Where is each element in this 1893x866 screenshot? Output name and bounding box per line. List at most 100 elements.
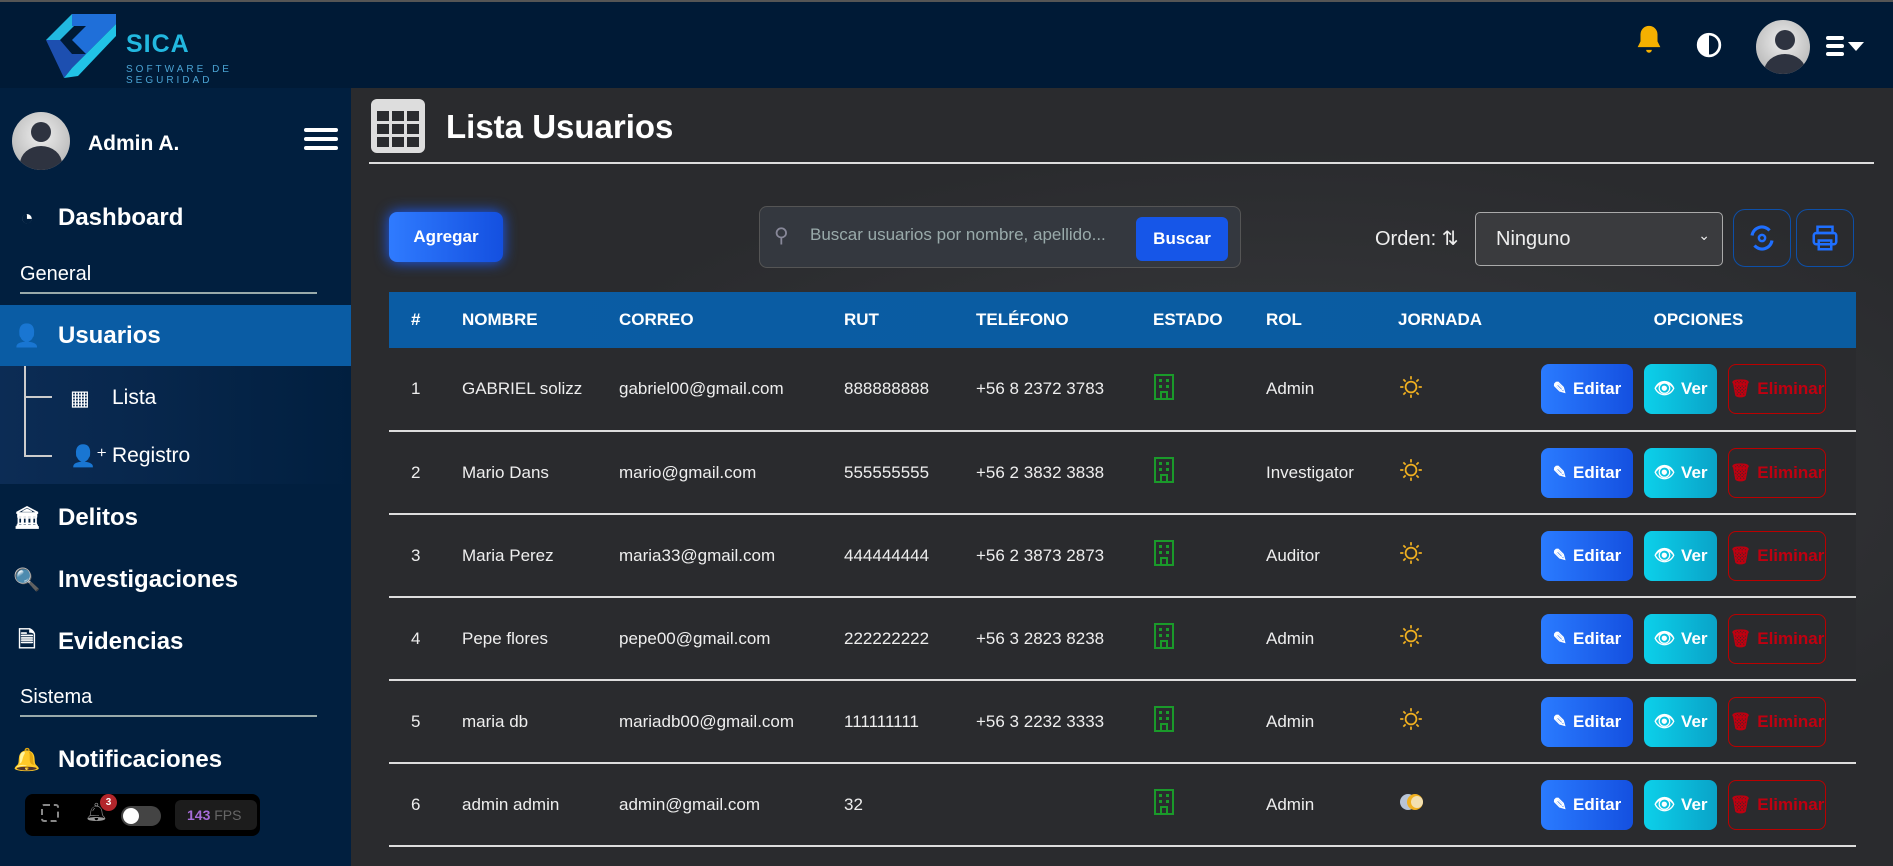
contrast-icon[interactable] (1696, 32, 1722, 63)
cell-rol: Auditor (1266, 514, 1398, 598)
logo[interactable]: SICA SOFTWARE DE SEGURIDAD (42, 14, 322, 86)
view-label: Ver (1681, 462, 1708, 482)
cell-opciones: ✎ Editar 👁︎ Ver 🗑︎ Eliminar (1541, 431, 1856, 515)
sidebar: Admin A. ◔ Dashboard General 👤 Usuarios ▦ L… (0, 88, 351, 866)
sidebar-item-usuarios[interactable]: 👤 Usuarios (0, 305, 351, 366)
sidebar-item-dashboard[interactable]: ◔ Dashboard (0, 196, 351, 240)
view-label: Ver (1681, 711, 1708, 731)
view-label: Ver (1681, 545, 1708, 565)
sort-select[interactable]: Ninguno ⌄ (1475, 212, 1723, 266)
cell-estado (1153, 597, 1266, 681)
trash-icon: 🗑︎ (1729, 628, 1752, 648)
fps-value: 143 (187, 807, 211, 823)
sidebar-label: Registro (112, 444, 191, 467)
edit-label: Editar (1573, 628, 1622, 648)
cell-correo: mario@gmail.com (619, 431, 844, 515)
page-title: Lista Usuarios (446, 108, 674, 145)
user-icon: 👤 (13, 322, 41, 348)
sun-icon (1398, 459, 1424, 487)
section-sistema: Sistema (20, 686, 93, 708)
trash-icon: 🗑︎ (1729, 545, 1752, 565)
cell-rut: 888888888 (844, 348, 976, 432)
delete-button[interactable]: 🗑︎ Eliminar (1728, 696, 1826, 747)
section-general: General (20, 263, 92, 285)
cell-correo: pepe00@gmail.com (619, 597, 844, 681)
view-label: Ver (1681, 379, 1708, 398)
cell-jornada (1398, 680, 1541, 764)
delete-button[interactable]: 🗑︎ Eliminar (1728, 613, 1826, 664)
eye-icon: 👁︎ (1653, 628, 1676, 648)
cell-nombre: Mario Dans (462, 431, 619, 515)
header-avatar[interactable] (1756, 20, 1810, 74)
add-button[interactable]: Agregar (389, 212, 503, 262)
view-button[interactable]: 👁︎ Ver (1644, 613, 1717, 664)
delete-button[interactable]: 🗑︎ Eliminar (1728, 364, 1826, 414)
view-label: Ver (1681, 794, 1708, 814)
cell-number: 4 (389, 597, 462, 681)
select-element-icon[interactable] (41, 804, 59, 822)
cell-estado (1153, 348, 1266, 432)
cell-telefono: +56 8 2372 3783 (976, 348, 1153, 432)
eye-icon: 👁︎ (1653, 545, 1676, 565)
logo-icon (46, 14, 116, 78)
sidebar-label: Dashboard (58, 204, 184, 231)
cell-opciones: ✎ Editar 👁︎ Ver 🗑︎ Eliminar (1541, 763, 1856, 847)
view-button[interactable]: 👁︎ Ver (1644, 530, 1717, 581)
print-button[interactable] (1796, 209, 1854, 267)
search-button[interactable]: Buscar (1136, 217, 1228, 261)
sort-label-text: Orden: (1375, 228, 1437, 250)
trash-icon: 🗑︎ (1729, 794, 1752, 814)
main-content: Lista Usuarios Agregar ⚲ Buscar Orden: ⇅… (351, 88, 1893, 866)
edit-button[interactable]: ✎ Editar (1541, 779, 1633, 830)
cell-telefono: +56 2 3873 2873 (976, 514, 1153, 598)
refresh-button[interactable] (1733, 209, 1791, 267)
cell-number: 2 (389, 431, 462, 515)
toggle-switch[interactable] (121, 806, 161, 826)
cell-rut: 111111111 (844, 680, 976, 764)
delete-button[interactable]: 🗑︎ Eliminar (1728, 779, 1826, 830)
delete-label: Eliminar (1757, 545, 1825, 565)
delete-label: Eliminar (1757, 462, 1825, 482)
menu-caret-icon[interactable] (1826, 34, 1872, 63)
view-button[interactable]: 👁︎ Ver (1644, 364, 1717, 414)
edit-label: Editar (1573, 711, 1622, 731)
sort-label: Orden: ⇅ (1375, 226, 1458, 251)
cell-telefono: +56 3 2823 8238 (976, 597, 1153, 681)
bell-icon[interactable] (1632, 22, 1666, 63)
cell-number: 3 (389, 514, 462, 598)
delete-button[interactable]: 🗑︎ Eliminar (1728, 447, 1826, 498)
sort-value: Ninguno (1496, 228, 1571, 250)
sidebar-item-registro[interactable]: 👤⁺ Registro (0, 438, 351, 474)
building-icon (1153, 623, 1175, 654)
eye-icon: 👁︎ (1653, 462, 1676, 482)
delete-button[interactable]: 🗑︎ Eliminar (1728, 530, 1826, 581)
edit-button[interactable]: ✎ Editar (1541, 696, 1633, 747)
sidebar-item-evidencias[interactable]: 🗎 Evidencias (0, 622, 351, 662)
pencil-icon: ✎ (1552, 711, 1568, 731)
dev-toolbar: 🔔︎ 3 143 FPS (25, 794, 260, 836)
hamburger-icon[interactable] (304, 126, 338, 157)
view-button[interactable]: 👁︎ Ver (1644, 696, 1717, 747)
cell-estado (1153, 514, 1266, 598)
edit-button[interactable]: ✎ Editar (1541, 530, 1633, 581)
edit-button[interactable]: ✎ Editar (1541, 364, 1633, 414)
building-icon (1153, 373, 1175, 405)
chevron-down-icon: ⌄ (1698, 227, 1710, 243)
user-plus-icon: 👤⁺ (70, 444, 108, 468)
cell-jornada (1398, 763, 1541, 847)
edit-button[interactable]: ✎ Editar (1541, 447, 1633, 498)
sidebar-item-investigaciones[interactable]: 🔍 Investigaciones (0, 560, 351, 600)
table-row: 3 Maria Perez maria33@gmail.com 44444444… (389, 514, 1856, 598)
sidebar-item-lista[interactable]: ▦ Lista (0, 380, 351, 416)
top-bar: SICA SOFTWARE DE SEGURIDAD (0, 0, 1893, 88)
sidebar-item-delitos[interactable]: 🏛 Delitos (0, 498, 351, 538)
view-button[interactable]: 👁︎ Ver (1644, 447, 1717, 498)
sidebar-label: Delitos (58, 504, 139, 531)
col-number: # (411, 310, 421, 329)
search-input[interactable] (810, 225, 1130, 245)
sidebar-item-notificaciones[interactable]: 🔔 Notificaciones (0, 740, 351, 780)
cell-jornada (1398, 514, 1541, 598)
sidebar-label: Investigaciones (58, 566, 239, 593)
view-button[interactable]: 👁︎ Ver (1644, 779, 1717, 830)
edit-button[interactable]: ✎ Editar (1541, 613, 1633, 664)
